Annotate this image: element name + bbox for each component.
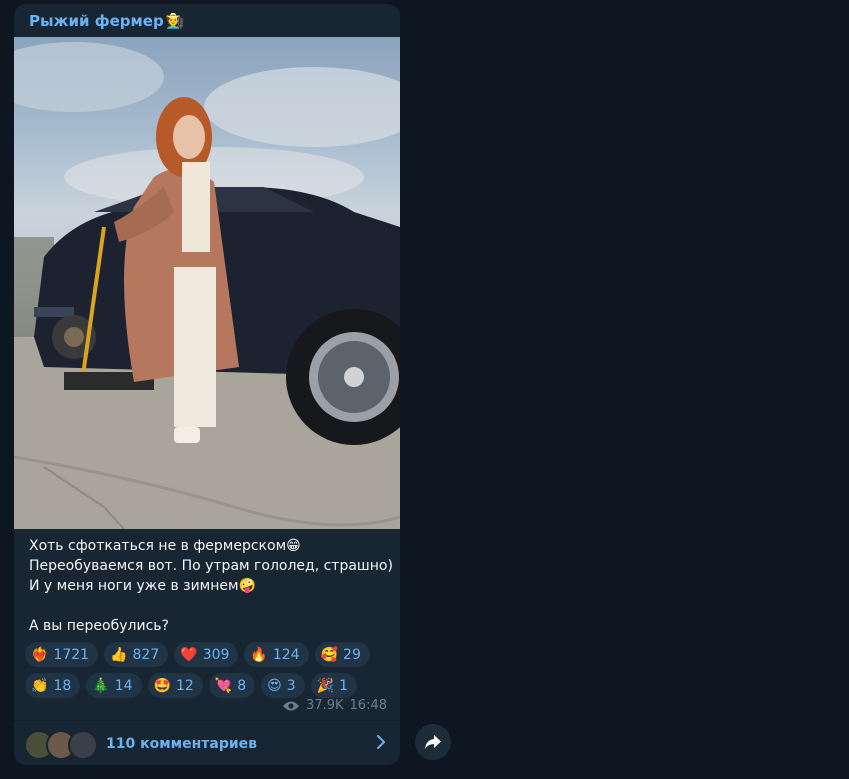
post-text-line-1: Хоть сфоткаться не в фермерском😁: [29, 536, 393, 556]
share-arrow-icon: [425, 735, 441, 749]
eye-icon: [283, 701, 300, 710]
reaction-count: 14: [114, 677, 133, 694]
reaction-clap[interactable]: 👏 18: [25, 673, 81, 698]
reaction-count: 827: [132, 646, 160, 663]
reactions-row-2: 👏 18 🎄 14 🤩 12 💘 8 😍 3 🎉 1: [25, 673, 395, 698]
chevron-right-icon[interactable]: [376, 734, 386, 750]
reaction-heart-on-fire[interactable]: ❤️‍🔥 1721: [25, 642, 99, 667]
heart-on-fire-icon: ❤️‍🔥: [31, 646, 49, 663]
post-photo[interactable]: [14, 37, 400, 529]
grin-emoji: 😁: [286, 538, 301, 554]
reaction-count: 18: [53, 677, 72, 694]
clap-icon: 👏: [31, 677, 49, 694]
reaction-count: 8: [237, 677, 247, 694]
post-text-line-2-text: Переобуваемся вот. По утрам гололед, стр…: [29, 558, 393, 574]
post-text-line-5-text: А вы переобулись?: [29, 618, 169, 634]
post-text-line-1-text: Хоть сфоткаться не в фермерском: [29, 538, 287, 554]
share-button[interactable]: [415, 724, 451, 760]
reaction-count: 1: [339, 677, 349, 694]
post-text: Хоть сфоткаться не в фермерском😁 Переобу…: [29, 536, 393, 636]
post-text-line-5: А вы переобулись?: [29, 616, 393, 636]
views-count: 37.9K: [306, 698, 344, 713]
reaction-star-struck[interactable]: 🤩 12: [147, 673, 203, 698]
reaction-count: 1721: [53, 646, 90, 663]
post-meta: 37.9K 16:48: [282, 698, 387, 713]
party-popper-icon: 🎉: [316, 677, 335, 694]
reaction-count: 124: [272, 646, 300, 663]
reaction-smiling-hearts[interactable]: 🥰 29: [314, 642, 370, 667]
reaction-count: 3: [286, 677, 296, 694]
smiling-hearts-icon: 🥰: [320, 646, 339, 663]
post-text-line-3-text: И у меня ноги уже в зимнем: [29, 578, 239, 594]
heart-icon: ❤️: [180, 646, 198, 663]
reactions-row-1: ❤️‍🔥 1721 👍 827 ❤️ 309 🔥 124 🥰 29: [25, 642, 395, 667]
post-text-blank-line: [29, 596, 393, 616]
reaction-heart[interactable]: ❤️ 309: [174, 642, 239, 667]
heart-eyes-icon: 😍: [267, 677, 282, 694]
farmer-emoji: 🧑‍🌾: [165, 12, 185, 30]
heart-arrow-icon: 💘: [214, 677, 233, 694]
reaction-thumbs-up[interactable]: 👍 827: [104, 642, 169, 667]
reaction-christmas-tree[interactable]: 🎄 14: [86, 673, 142, 698]
photo-illustration: [14, 42, 400, 529]
post-text-line-3: И у меня ноги уже в зимнем🤪: [29, 576, 393, 596]
thumbs-up-icon: 👍: [110, 646, 128, 663]
channel-name[interactable]: Рыжий фермер 🧑‍🌾: [29, 12, 184, 30]
reaction-heart-arrow[interactable]: 💘 8: [208, 673, 256, 698]
channel-name-text[interactable]: Рыжий фермер: [29, 12, 164, 30]
avatar: [68, 729, 98, 760]
reaction-party-popper[interactable]: 🎉 1: [310, 673, 358, 698]
reaction-count: 29: [343, 646, 361, 663]
post-time: 16:48: [349, 698, 387, 713]
fire-icon: 🔥: [250, 646, 268, 663]
star-struck-icon: 🤩: [153, 677, 171, 694]
reaction-fire[interactable]: 🔥 124: [244, 642, 309, 667]
commenter-avatars: [24, 729, 104, 760]
post-text-line-2: Переобуваемся вот. По утрам гололед, стр…: [29, 556, 393, 576]
channel-post: Рыжий фермер 🧑‍🌾: [14, 4, 400, 765]
reaction-heart-eyes[interactable]: 😍 3: [261, 673, 305, 698]
comments-label[interactable]: 110 комментариев: [106, 736, 257, 752]
christmas-tree-icon: 🎄: [92, 677, 110, 694]
zany-face-emoji: 🤪: [238, 578, 257, 594]
reactions: ❤️‍🔥 1721 👍 827 ❤️ 309 🔥 124 🥰 29 👏 18 🎄 14 🤩 12…: [25, 642, 395, 704]
reaction-count: 309: [202, 646, 230, 663]
comments-bar[interactable]: 110 комментариев: [14, 720, 400, 765]
reaction-count: 12: [175, 677, 194, 694]
